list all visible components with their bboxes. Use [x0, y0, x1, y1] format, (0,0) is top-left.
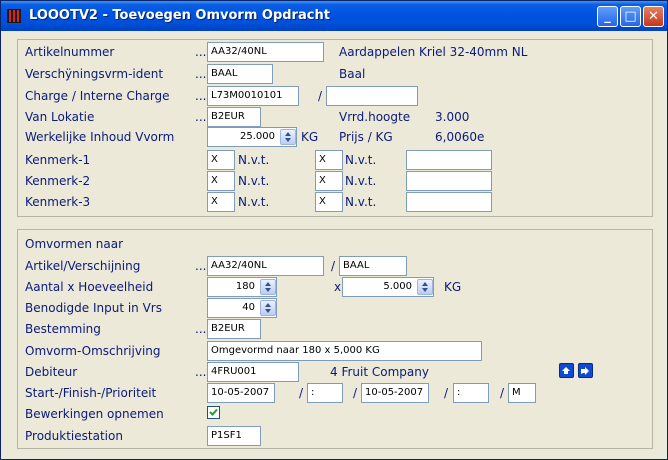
- artikel-separator: /: [331, 259, 336, 273]
- debiteur-open-icon[interactable]: [578, 363, 593, 378]
- artikelnummer-input[interactable]: AA32/40NL: [207, 42, 324, 62]
- title-bar[interactable]: LOOOTV2 - Toevoegen Omvorm Opdracht _ □ …: [1, 1, 667, 31]
- start-finish-label: Start-/Finish-/Prioriteit: [25, 386, 157, 400]
- omschrijving-label: Omvorm-Omschrijving: [25, 344, 161, 358]
- hoeveelheid-unit: KG: [444, 280, 462, 294]
- prijs-value: 6,0060e: [435, 130, 485, 144]
- target-verschijning-input[interactable]: BAAL: [339, 256, 407, 276]
- input-vrs-label: Benodigde Input in Vrs: [25, 301, 162, 315]
- app-icon: [7, 9, 21, 23]
- artikel-verschijning-label: Artikel/Verschijning: [25, 259, 141, 273]
- start-separator-2: /: [353, 386, 358, 400]
- charge-separator: /: [318, 89, 323, 103]
- maximize-button[interactable]: □: [620, 6, 641, 27]
- kenmerk-1-text-1: N.v.t.: [238, 153, 270, 167]
- start-separator-3: /: [444, 386, 449, 400]
- kenmerk-2-extra[interactable]: [406, 171, 492, 191]
- kenmerk-3-code-1[interactable]: X: [207, 192, 235, 212]
- kenmerk-3-label: Kenmerk-3: [25, 195, 91, 209]
- bewerkingen-label: Bewerkingen opnemen: [25, 407, 164, 421]
- bestemming-input[interactable]: B2EUR: [207, 319, 261, 339]
- bewerkingen-checkbox[interactable]: [207, 406, 220, 419]
- artikel-verschijning-lookup[interactable]: ...: [195, 258, 206, 274]
- verschijning-description: Baal: [339, 67, 366, 81]
- debiteur-lookup[interactable]: ...: [195, 364, 206, 380]
- finish-time-input[interactable]: :: [453, 383, 489, 403]
- kenmerk-2-text-2: N.v.t.: [345, 174, 377, 188]
- verschijning-label: Verschÿningsvrm-ident: [25, 67, 164, 81]
- app-window: LOOOTV2 - Toevoegen Omvorm Opdracht _ □ …: [0, 0, 668, 460]
- debiteur-input[interactable]: 4FRU001: [207, 362, 299, 382]
- artikel-description: Aardappelen Kriel 32-40mm NL: [339, 45, 528, 59]
- close-button[interactable]: ✕: [643, 6, 664, 27]
- multiply-sign: x: [334, 280, 342, 294]
- charge-input[interactable]: L73M0010101: [207, 86, 299, 106]
- charge-lookup[interactable]: ...: [195, 88, 206, 104]
- omschrijving-input[interactable]: Omgevormd naar 180 x 5,000 KG: [207, 341, 482, 361]
- omvormen-heading: Omvormen naar: [25, 237, 124, 251]
- verschijning-lookup[interactable]: ...: [195, 66, 206, 82]
- debiteur-name: 4 Fruit Company: [330, 365, 429, 379]
- target-artikel-input[interactable]: AA32/40NL: [207, 256, 324, 276]
- produktiestation-input[interactable]: P1SF1: [207, 426, 261, 446]
- aantal-spinner[interactable]: [260, 279, 276, 295]
- lokatie-lookup[interactable]: ...: [195, 109, 206, 125]
- debiteur-edit-icon[interactable]: [559, 363, 574, 378]
- kenmerk-2-label: Kenmerk-2: [25, 174, 91, 188]
- kenmerk-2-text-1: N.v.t.: [238, 174, 270, 188]
- input-vrs-spinner[interactable]: [260, 300, 276, 316]
- kenmerk-3-text-2: N.v.t.: [345, 195, 377, 209]
- kenmerk-3-text-1: N.v.t.: [238, 195, 270, 209]
- kenmerk-1-code-1[interactable]: X: [207, 150, 235, 170]
- inhoud-spinner[interactable]: [280, 129, 296, 145]
- finish-date-input[interactable]: 10-05-2007: [361, 383, 429, 403]
- kenmerk-2-code-1[interactable]: X: [207, 171, 235, 191]
- lokatie-label: Van Lokatie: [25, 110, 95, 124]
- start-separator-4: /: [500, 386, 505, 400]
- bestemming-label: Bestemming: [25, 322, 101, 336]
- artikelnummer-label: Artikelnummer: [25, 45, 115, 59]
- start-date-input[interactable]: 10-05-2007: [207, 383, 275, 403]
- hoeveelheid-spinner[interactable]: [417, 279, 433, 295]
- kenmerk-3-code-2[interactable]: X: [315, 192, 343, 212]
- charge-label: Charge / Interne Charge: [25, 89, 170, 103]
- kenmerk-3-extra[interactable]: [406, 192, 492, 212]
- lokatie-input[interactable]: B2EUR: [207, 107, 261, 127]
- minimize-button[interactable]: _: [597, 6, 618, 27]
- window-title: LOOOTV2 - Toevoegen Omvorm Opdracht: [29, 8, 330, 23]
- vrrd-hoogte-value: 3.000: [435, 110, 470, 124]
- start-time-input[interactable]: :: [307, 383, 343, 403]
- kenmerk-1-extra[interactable]: [406, 150, 492, 170]
- debiteur-label: Debiteur: [25, 365, 78, 379]
- bestemming-lookup[interactable]: ...: [195, 321, 206, 337]
- prioriteit-input[interactable]: M: [508, 383, 536, 403]
- prijs-label: Prijs / KG: [339, 130, 393, 144]
- inhoud-label: Werkelijke Inhoud Vvorm: [25, 130, 175, 144]
- kenmerk-2-code-2[interactable]: X: [315, 171, 343, 191]
- start-separator-1: /: [299, 386, 304, 400]
- kenmerk-1-text-2: N.v.t.: [345, 153, 377, 167]
- verschijning-input[interactable]: BAAL: [207, 64, 273, 84]
- inhoud-unit: KG: [301, 130, 319, 144]
- checkmark-icon: [209, 408, 218, 416]
- aantal-label: Aantal x Hoeveelheid: [25, 280, 154, 294]
- artikelnummer-lookup[interactable]: ...: [195, 44, 206, 60]
- produktiestation-label: Produktiestation: [25, 429, 123, 443]
- vrrd-hoogte-label: Vrrd.hoogte: [339, 110, 411, 124]
- kenmerk-1-code-2[interactable]: X: [315, 150, 343, 170]
- kenmerk-1-label: Kenmerk-1: [25, 153, 91, 167]
- interne-charge-input[interactable]: [326, 86, 418, 106]
